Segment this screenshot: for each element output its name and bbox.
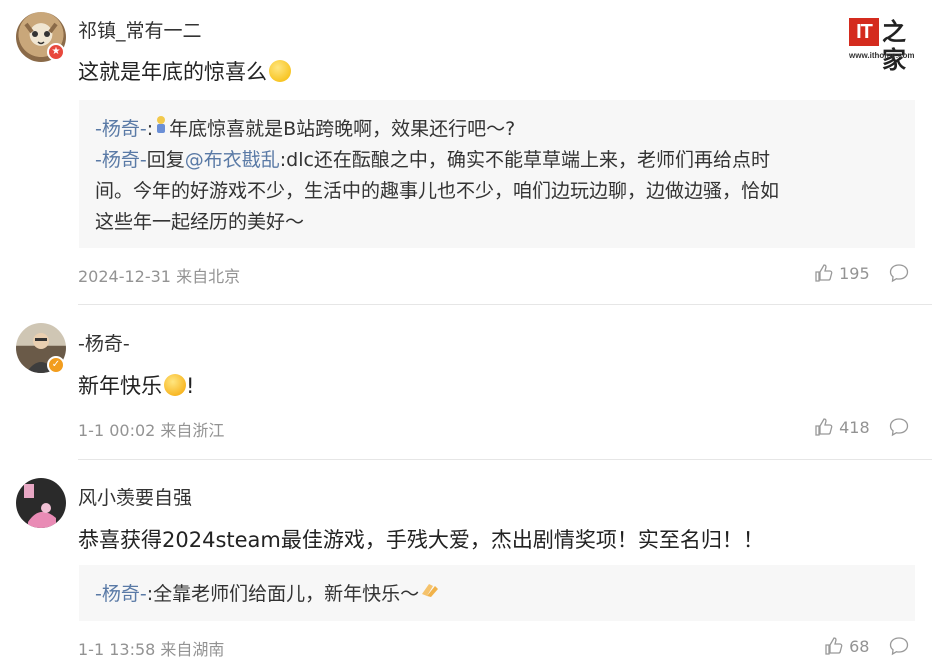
thumbs-up-icon — [825, 637, 843, 655]
character-avatar-icon — [24, 484, 56, 528]
smirk-emoji-icon — [269, 60, 291, 82]
reply-button[interactable] — [889, 417, 909, 437]
avatar[interactable] — [16, 478, 66, 528]
comment-bubble-icon — [889, 418, 909, 437]
thumbs-up-icon — [815, 264, 833, 282]
comment-text-content: 这就是年底的惊喜么 — [78, 60, 267, 84]
username[interactable]: -杨奇- — [78, 329, 130, 356]
comment-text: 这就是年底的惊喜么 — [78, 56, 291, 86]
reply-box: -杨奇-:全靠老师们给面儿，新年快乐～ — [79, 565, 915, 621]
reply-username[interactable]: -杨奇- — [95, 118, 147, 140]
verified-badge-icon: ✓ — [47, 356, 65, 374]
reply-text-line: 间。今年的好游戏不少，生活中的趣事儿也不少，咱们边玩边聊，边做边骚，恰如 — [95, 180, 780, 202]
like-button[interactable]: 418 — [814, 417, 870, 437]
comment-text-content: 新年快乐 — [78, 374, 162, 398]
reply-text-line: 这些年一起经历的美好～ — [95, 211, 305, 233]
reply-item: -杨奇-回复@布衣戡乱:dlc还在酝酿之中，确实不能草草端上来，老师们再给点时 — [95, 145, 899, 176]
comment-meta: 1-1 00:02 来自浙江 — [78, 421, 225, 440]
thumbs-up-icon — [815, 418, 833, 436]
comment-item: ★ 祁镇_常有一二 这就是年底的惊喜么 -杨奇-: 年底惊喜就是B站跨晚啊，效果还… — [0, 0, 932, 305]
figure-emoji-icon — [157, 116, 166, 133]
like-count: 195 — [839, 264, 870, 283]
comment-text: 恭喜获得2024steam最佳游戏，手残大爱，杰出剧情奖项！实至名归！！ — [78, 528, 764, 552]
like-button[interactable]: 68 — [824, 636, 869, 656]
reply-text: 年底惊喜就是B站跨晚啊，效果还行吧～? — [169, 118, 516, 140]
comment-meta: 2024-12-31 来自北京 — [78, 267, 241, 286]
reply-button[interactable] — [889, 636, 909, 656]
comment-bubble-icon — [889, 264, 909, 283]
comment-meta: 1-1 13:58 来自湖南 — [78, 640, 225, 659]
reply-text-line: :dlc还在酝酿之中，确实不能草草端上来，老师们再给点时 — [279, 149, 770, 171]
username[interactable]: 风小羡要自强 — [78, 483, 192, 510]
clap-emoji-icon — [422, 584, 439, 597]
comment-item: 风小羡要自强 恭喜获得2024steam最佳游戏，手残大爱，杰出剧情奖项！实至名… — [0, 460, 932, 661]
comment-bubble-icon — [889, 637, 909, 656]
mention-link[interactable]: @布衣戡乱 — [185, 149, 280, 171]
reply-button[interactable] — [889, 263, 909, 283]
comment-text-suffix: ! — [186, 374, 195, 398]
like-button[interactable]: 195 — [814, 263, 870, 283]
username[interactable]: 祁镇_常有一二 — [78, 16, 202, 43]
like-count: 68 — [849, 637, 870, 656]
comment-item: ✓ -杨奇- 新年快乐! 1-1 00:02 来自浙江 418 — [0, 305, 932, 460]
reply-item: -杨奇-: 年底惊喜就是B站跨晚啊，效果还行吧～? — [95, 114, 899, 145]
verified-badge-icon: ★ — [47, 43, 65, 61]
reply-text: 全靠老师们给面儿，新年快乐～ — [153, 583, 420, 605]
reply-box: -杨奇-: 年底惊喜就是B站跨晚啊，效果还行吧～? -杨奇-回复@布衣戡乱:dlc… — [79, 100, 915, 248]
reply-item: -杨奇-:全靠老师们给面儿，新年快乐～ — [95, 579, 899, 610]
reply-username[interactable]: -杨奇- — [95, 583, 147, 605]
reply-username[interactable]: -杨奇- — [95, 149, 147, 171]
like-count: 418 — [839, 418, 870, 437]
reply-word: 回复 — [146, 149, 185, 171]
comment-text: 新年快乐! — [78, 370, 194, 400]
happy-emoji-icon — [164, 374, 186, 396]
